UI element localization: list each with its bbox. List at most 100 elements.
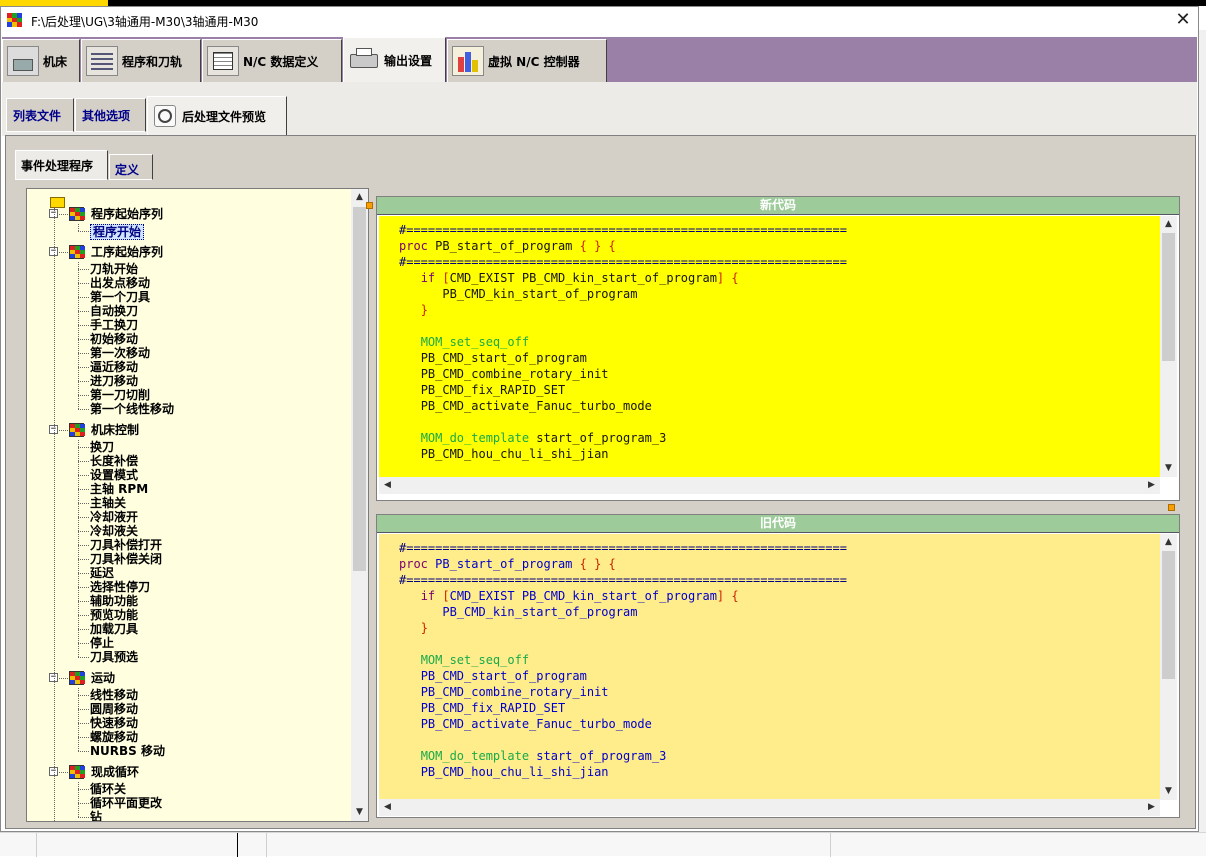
scroll-right-arrow-icon[interactable]: ▶ [1143,799,1160,816]
tree-item[interactable]: 线性移动 [90,688,138,702]
scroll-up-arrow-icon[interactable]: ▲ [1160,216,1177,233]
tree-item[interactable]: 刀具预选 [90,650,138,664]
main-tab-strip: 机床 程序和刀轨 N/C 数据定义 输出设置 虚拟 N/C 控制器 [2,37,1197,82]
tree-item[interactable]: 进刀移动 [90,374,138,388]
tree-item[interactable]: 圆周移动 [90,702,138,716]
tree-group-label[interactable]: 工序起始序列 [91,245,163,259]
new-code-text[interactable]: #=======================================… [379,216,1160,477]
tree-connector [78,531,89,532]
tree-item[interactable]: 刀具补偿关闭 [90,552,162,566]
event-group-icon [69,245,85,259]
tree-item[interactable]: 延迟 [90,566,114,580]
tree-group-label[interactable]: 程序起始序列 [91,207,163,221]
program-icon [86,46,118,76]
tree-group-label[interactable]: 机床控制 [91,423,139,437]
tab-program[interactable]: 程序和刀轨 [81,39,201,82]
tree-item[interactable]: 预览功能 [90,608,138,622]
tree-item[interactable]: 刀轨开始 [90,262,138,276]
tab-definitions[interactable]: 定义 [109,154,153,180]
title-bar[interactable]: F:\后处理\UG\3轴通用-M30\3轴通用-M30 ✕ [1,7,1198,33]
tree-item[interactable]: 选择性停刀 [90,580,150,594]
tab-other-options[interactable]: 其他选项 [75,98,146,132]
tab-output-settings-label: 输出设置 [384,53,433,68]
tree-item[interactable]: NURBS 移动 [90,744,165,758]
tree-scroll-thumb[interactable] [353,207,366,571]
tree-connector [78,269,89,270]
new-code-horizontal-scrollbar[interactable]: ◀ ▶ [379,477,1160,494]
tree-item[interactable]: 循环关 [90,782,126,796]
scroll-right-arrow-icon[interactable]: ▶ [1143,477,1160,494]
tree-item[interactable]: 第一次移动 [90,346,150,360]
tree-item[interactable]: 主轴 RPM [90,482,148,496]
tree-group-label[interactable]: 运动 [91,671,115,685]
tree-item[interactable]: 程序开始 [90,224,145,240]
tree-item[interactable]: 第一个线性移动 [90,402,174,416]
tab-nc-data[interactable]: N/C 数据定义 [202,39,342,82]
tree-group-label[interactable]: 现成循环 [91,765,139,779]
printer-icon [348,45,380,75]
old-code-scroll-thumb[interactable] [1162,551,1175,679]
tree-connector [78,657,89,658]
scroll-down-arrow-icon[interactable]: ▼ [1160,460,1177,477]
tab-machine-label: 机床 [43,54,68,69]
tree-item[interactable]: 换刀 [90,440,114,454]
tree-item[interactable]: 逼近移动 [90,360,138,374]
splitter-handle[interactable] [366,202,373,209]
old-code-text[interactable]: #=======================================… [379,534,1160,800]
folder-icon [50,197,65,208]
tab-post-file-preview[interactable]: 后处理文件预览 [147,96,287,136]
tree-item[interactable]: 冷却液开 [90,510,138,524]
tree-item[interactable]: 长度补偿 [90,454,138,468]
tree-vertical-scrollbar[interactable]: ▲ ▼ [351,189,368,821]
tree-item[interactable]: 设置模式 [90,468,138,482]
controller-icon [452,46,484,76]
close-button[interactable]: ✕ [1169,7,1197,33]
tab-listing-file[interactable]: 列表文件 [6,98,74,132]
tree-connector [78,297,89,298]
tab-machine[interactable]: 机床 [2,39,80,82]
tree-connector [78,381,89,382]
tab-nc-data-label: N/C 数据定义 [243,54,319,69]
scroll-down-arrow-icon[interactable]: ▼ [351,804,368,821]
tree-item[interactable]: 主轴关 [90,496,126,510]
scroll-left-arrow-icon[interactable]: ◀ [379,477,396,494]
tree-item[interactable]: 循环平面更改 [90,796,162,810]
tree-connector [78,262,79,409]
scroll-up-arrow-icon[interactable]: ▲ [1160,534,1177,551]
tree-item[interactable]: 第一刀切削 [90,388,150,402]
tree-item[interactable]: 第一个刀具 [90,290,150,304]
splitter-handle[interactable] [1168,504,1175,511]
scroll-down-arrow-icon[interactable]: ▼ [1160,783,1177,800]
tab-output-settings[interactable]: 输出设置 [343,37,446,82]
tree-connector [78,688,79,751]
tree-item[interactable]: 快速移动 [90,716,138,730]
scroll-left-arrow-icon[interactable]: ◀ [379,799,396,816]
tree-item[interactable]: 钻 [90,810,102,821]
tab-event-handlers[interactable]: 事件处理程序 [15,150,108,180]
tree-item[interactable]: 辅助功能 [90,594,138,608]
tree-connector [78,817,89,818]
tree-connector [78,224,79,231]
tree-item[interactable]: 螺旋移动 [90,730,138,744]
old-code-vertical-scrollbar[interactable]: ▲ ▼ [1160,534,1177,800]
event-group-icon [69,765,85,779]
tree-item[interactable]: 自动换刀 [90,304,138,318]
tab-program-label: 程序和刀轨 [122,54,183,69]
new-code-scroll-thumb[interactable] [1162,233,1175,361]
post-builder-window: F:\后处理\UG\3轴通用-M30\3轴通用-M30 ✕ 机床 程序和刀轨 N… [0,6,1199,832]
tab-virtual-controller[interactable]: 虚拟 N/C 控制器 [447,39,607,82]
window-title: F:\后处理\UG\3轴通用-M30\3轴通用-M30 [31,15,259,29]
tree-connector [54,207,55,821]
tree-item[interactable]: 冷却液关 [90,524,138,538]
new-code-header: 新代码 [377,197,1179,215]
tree-item[interactable]: 刀具补偿打开 [90,538,162,552]
new-code-vertical-scrollbar[interactable]: ▲ ▼ [1160,216,1177,477]
tree-connector [78,709,89,710]
tree-item[interactable]: 停止 [90,636,114,650]
tree-item[interactable]: 手工换刀 [90,318,138,332]
old-code-horizontal-scrollbar[interactable]: ◀ ▶ [379,799,1160,816]
tree-item[interactable]: 初始移动 [90,332,138,346]
tree-connector [78,587,89,588]
tree-item[interactable]: 出发点移动 [90,276,150,290]
tree-item[interactable]: 加载刀具 [90,622,138,636]
